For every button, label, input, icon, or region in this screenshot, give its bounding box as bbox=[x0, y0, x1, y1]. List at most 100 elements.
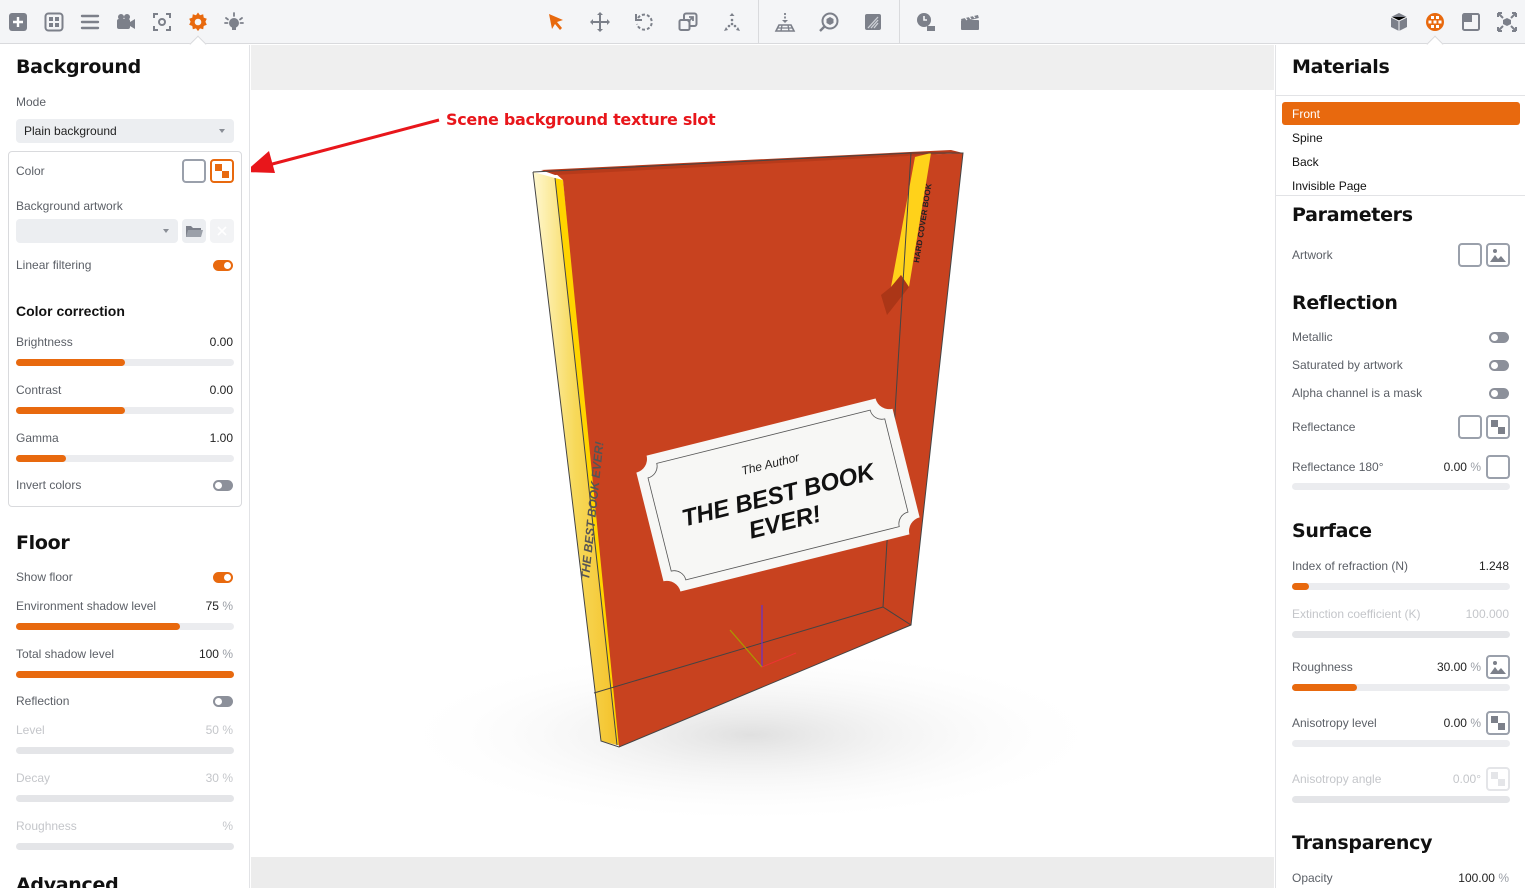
extinction-slider[interactable] bbox=[1292, 631, 1510, 638]
add-icon[interactable] bbox=[4, 8, 32, 36]
reflectance-color-swatch[interactable] bbox=[1458, 415, 1482, 439]
brightness-label: Brightness bbox=[16, 335, 73, 349]
saturated-toggle[interactable] bbox=[1489, 360, 1509, 371]
reflectance-texture-slot[interactable] bbox=[1486, 415, 1510, 439]
metallic-toggle[interactable] bbox=[1489, 332, 1509, 343]
artwork-label: Artwork bbox=[1292, 248, 1333, 262]
artwork-image-slot[interactable] bbox=[1486, 243, 1510, 267]
reflectance180-label: Reflectance 180° bbox=[1292, 460, 1384, 474]
total-shadow-slider[interactable] bbox=[16, 671, 234, 678]
drop-to-floor-icon[interactable] bbox=[771, 8, 799, 36]
material-item-spine[interactable]: Spine bbox=[1282, 126, 1520, 149]
total-shadow-number: 100 bbox=[198, 647, 219, 661]
clock-icon[interactable] bbox=[912, 8, 940, 36]
reflection-title: Reflection bbox=[1292, 292, 1398, 314]
reflectance180-value: 0.00 % bbox=[1444, 460, 1481, 474]
camera-icon[interactable] bbox=[112, 8, 140, 36]
roughness-image-slot[interactable] bbox=[1486, 655, 1510, 679]
unit-label: % bbox=[222, 771, 233, 785]
select-arrow-icon[interactable] bbox=[542, 8, 570, 36]
texture-icon[interactable] bbox=[859, 8, 887, 36]
menu-icon[interactable] bbox=[76, 8, 104, 36]
light-icon[interactable] bbox=[220, 8, 248, 36]
gamma-slider[interactable] bbox=[16, 455, 234, 462]
extinction-label: Extinction coefficient (K) bbox=[1292, 607, 1421, 621]
extinction-value: 100.000 bbox=[1465, 607, 1509, 621]
reflection-decay-slider[interactable] bbox=[16, 795, 234, 802]
expand-icon[interactable] bbox=[1493, 8, 1521, 36]
ior-slider[interactable] bbox=[1292, 583, 1510, 590]
color-texture-slot[interactable] bbox=[210, 159, 234, 183]
color-swatch-plain[interactable] bbox=[182, 159, 206, 183]
materials-icon[interactable] bbox=[1421, 8, 1449, 36]
background-artwork-select[interactable] bbox=[16, 219, 178, 243]
aniso-angle-value: 0.00° bbox=[1453, 772, 1481, 786]
aniso-angle-slider[interactable] bbox=[1292, 796, 1510, 803]
floor-reflection-toggle[interactable] bbox=[213, 696, 233, 707]
scale-icon[interactable] bbox=[674, 8, 702, 36]
invert-colors-toggle[interactable] bbox=[213, 480, 233, 491]
linear-filtering-label: Linear filtering bbox=[16, 258, 92, 272]
contrast-value: 0.00 bbox=[209, 383, 233, 397]
opacity-number: 100.00 bbox=[1458, 871, 1495, 885]
grid-icon[interactable] bbox=[40, 8, 68, 36]
settings-icon[interactable] bbox=[184, 8, 212, 36]
mode-select[interactable]: Plain background bbox=[16, 119, 234, 143]
scatter-icon[interactable] bbox=[718, 8, 746, 36]
move-icon[interactable] bbox=[586, 8, 614, 36]
artwork-color-swatch[interactable] bbox=[1458, 243, 1482, 267]
unit-label: % bbox=[222, 819, 233, 833]
clapperboard-icon[interactable] bbox=[956, 8, 984, 36]
saturated-label: Saturated by artwork bbox=[1292, 358, 1403, 372]
env-shadow-value: 75 % bbox=[206, 599, 233, 613]
ior-label: Index of refraction (N) bbox=[1292, 559, 1409, 573]
toolbar-divider bbox=[758, 0, 759, 44]
brightness-value: 0.00 bbox=[209, 335, 233, 349]
3d-viewport[interactable]: The Author THE BEST BOOK EVER! THE BEST … bbox=[251, 45, 1274, 888]
floor-reflection-label: Reflection bbox=[16, 694, 70, 708]
material-item-invisible-page[interactable]: Invisible Page bbox=[1282, 174, 1520, 192]
zoom-object-icon[interactable] bbox=[815, 8, 843, 36]
gamma-value: 1.00 bbox=[209, 431, 233, 445]
reflection-roughness-label: Roughness bbox=[16, 819, 77, 833]
open-folder-button[interactable] bbox=[182, 219, 206, 243]
ior-value: 1.248 bbox=[1478, 559, 1509, 573]
aniso-level-value: 0.00 % bbox=[1444, 716, 1481, 730]
metallic-label: Metallic bbox=[1292, 330, 1333, 344]
show-floor-toggle[interactable] bbox=[213, 572, 233, 583]
clear-artwork-button[interactable] bbox=[210, 219, 234, 243]
reflectance180-slider[interactable] bbox=[1292, 483, 1510, 490]
reflectance180-color-swatch[interactable] bbox=[1486, 455, 1510, 479]
scene-render: The Author THE BEST BOOK EVER! THE BEST … bbox=[251, 118, 1111, 825]
alpha-mask-toggle[interactable] bbox=[1489, 388, 1509, 399]
aniso-angle-texture-slot[interactable] bbox=[1486, 767, 1510, 791]
reflection-roughness-slider[interactable] bbox=[16, 843, 234, 850]
material-item-front[interactable]: Front bbox=[1282, 102, 1520, 125]
roughness-slider[interactable] bbox=[1292, 684, 1510, 691]
background-artwork-label: Background artwork bbox=[16, 199, 123, 213]
unit-label: % bbox=[1470, 460, 1481, 474]
total-shadow-slider-fill bbox=[16, 671, 234, 678]
env-shadow-slider[interactable] bbox=[16, 623, 234, 630]
texture-slot-icon bbox=[1491, 716, 1505, 730]
material-item-back[interactable]: Back bbox=[1282, 150, 1520, 173]
texture-slot-icon bbox=[1491, 772, 1505, 786]
reflection-level-slider[interactable] bbox=[16, 747, 234, 754]
linear-filtering-toggle[interactable] bbox=[213, 260, 233, 271]
aniso-level-texture-slot[interactable] bbox=[1486, 711, 1510, 735]
cube-icon[interactable] bbox=[1385, 8, 1413, 36]
close-icon bbox=[217, 226, 227, 236]
reflection-roughness-value: % bbox=[222, 819, 233, 833]
frame-icon[interactable] bbox=[1457, 8, 1485, 36]
toolbar-divider bbox=[899, 0, 900, 44]
contrast-slider[interactable] bbox=[16, 407, 234, 414]
aniso-level-slider[interactable] bbox=[1292, 740, 1510, 747]
reflection-decay-number: 30 bbox=[205, 771, 219, 785]
focus-icon[interactable] bbox=[148, 8, 176, 36]
materials-panel: Materials Front Spine Back Invisible Pag… bbox=[1275, 45, 1525, 888]
transparency-title: Transparency bbox=[1292, 832, 1433, 854]
brightness-slider[interactable] bbox=[16, 359, 234, 366]
rotate-icon[interactable] bbox=[630, 8, 658, 36]
main-toolbar bbox=[0, 0, 1525, 53]
annotation-arrow-line bbox=[260, 118, 440, 169]
